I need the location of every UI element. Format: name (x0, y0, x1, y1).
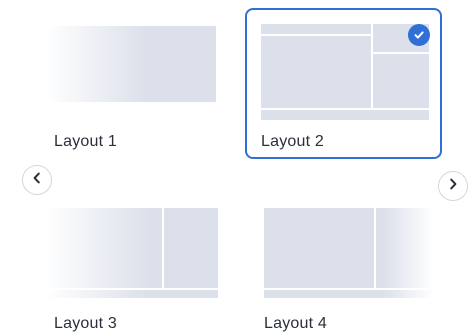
layout-1-thumbnail (46, 26, 216, 102)
layout-1-pane (46, 26, 216, 102)
selected-checkmark-icon (408, 24, 430, 46)
layout-4-label: Layout 4 (264, 315, 327, 332)
layout-3-thumbnail (46, 208, 218, 298)
layout-4-pane-right (376, 208, 434, 288)
layout-2-pane-footer (261, 110, 429, 120)
layout-picker: Layout 1 Layout 2 Layout 3 Layout 4 (0, 0, 474, 334)
layout-3-label: Layout 3 (54, 315, 117, 332)
layout-2-pane-right (373, 54, 429, 108)
layout-option-4[interactable]: Layout 4 (254, 200, 444, 334)
previous-button[interactable] (22, 165, 52, 195)
layout-2-pane-main (261, 36, 371, 108)
next-button[interactable] (438, 171, 468, 201)
layout-2-pane-header (261, 24, 371, 34)
layout-2-label: Layout 2 (261, 133, 324, 150)
layout-3-pane-footer (46, 290, 218, 298)
chevron-left-icon (30, 171, 44, 190)
layout-2-thumbnail (261, 24, 429, 120)
layout-4-pane-left (264, 208, 374, 288)
layout-1-label: Layout 1 (54, 133, 117, 150)
layout-4-pane-footer (264, 290, 434, 298)
layout-option-3[interactable]: Layout 3 (46, 200, 226, 334)
layout-4-thumbnail (264, 208, 434, 298)
layout-3-pane-main (46, 208, 162, 288)
chevron-right-icon (446, 177, 460, 196)
layout-option-2[interactable]: Layout 2 (245, 8, 442, 159)
layout-option-1[interactable]: Layout 1 (46, 12, 226, 160)
layout-3-pane-right (164, 208, 218, 288)
